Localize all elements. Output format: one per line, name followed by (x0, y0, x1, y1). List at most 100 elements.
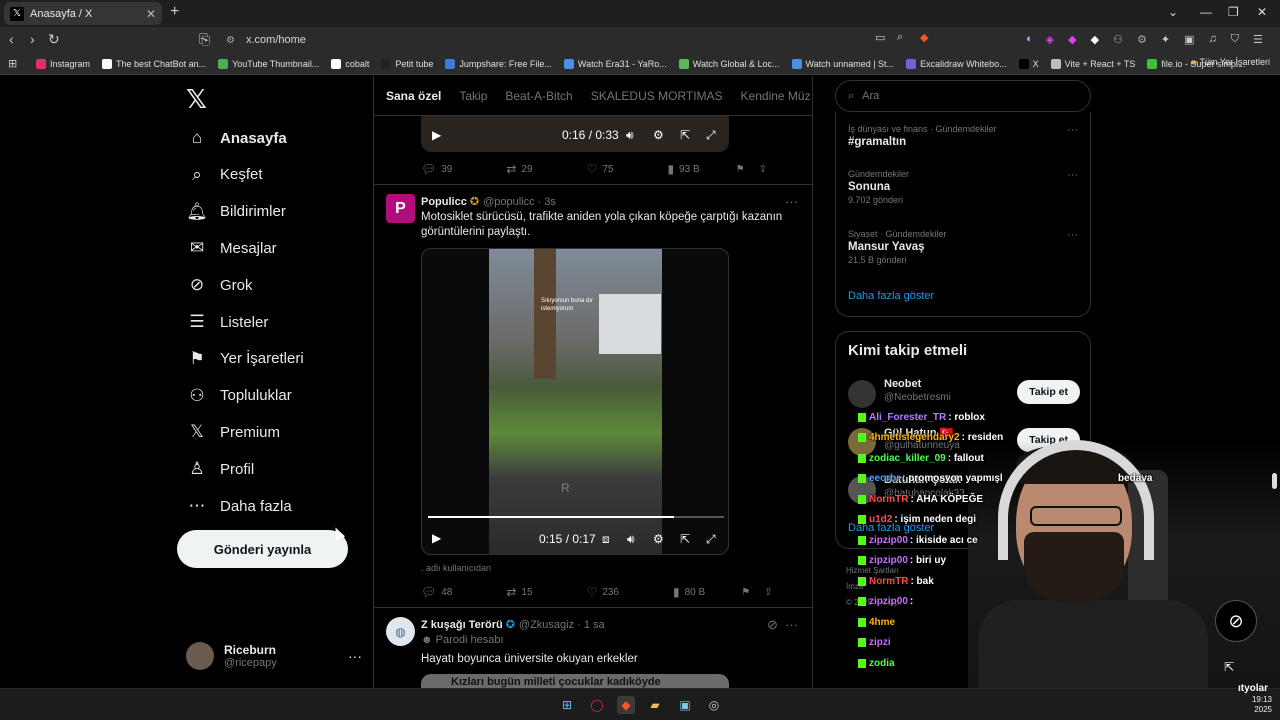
extension-icon[interactable]: ◖ (1025, 33, 1032, 46)
tab-list[interactable]: Beat-A-Bitch (505, 89, 572, 103)
tab-list[interactable]: Kendine Müz (741, 89, 811, 103)
post-author[interactable]: Populicc (421, 196, 467, 208)
settings-icon[interactable]: ⚙ (653, 128, 664, 142)
bookmark-item[interactable]: Watch unnamed | St... (791, 58, 894, 69)
forward-icon[interactable]: › (30, 31, 35, 47)
reload-icon[interactable]: ↻ (48, 31, 60, 48)
like-button[interactable]: ♡ 236 (587, 585, 619, 599)
back-icon[interactable]: ‹ (9, 31, 14, 47)
more-options-icon[interactable]: ··· (785, 194, 798, 209)
grok-icon[interactable]: ⊘ (767, 617, 778, 633)
post-avatar[interactable]: P (386, 194, 415, 223)
pip-icon[interactable]: ⇱ (680, 128, 690, 142)
bookmark-item[interactable]: Excalidraw Whitebo... (906, 58, 1007, 69)
close-tab-icon[interactable]: ✕ (146, 7, 156, 21)
fullscreen-icon[interactable]: ⤢ (706, 128, 716, 143)
settings-icon[interactable]: ⚙ (653, 532, 664, 546)
sidebar-item-communities[interactable]: ⚇ Topluluklar (186, 386, 291, 406)
sidebar-item-bell[interactable]: 🔔︎ Bildirimler (186, 202, 286, 222)
sidebar-item-home[interactable]: ⌂ Anasayfa (186, 128, 287, 148)
volume-icon[interactable]: 🔊︎ (627, 532, 635, 547)
address-bar[interactable]: ⚙ x.com/home (220, 30, 942, 50)
vpn-icon[interactable]: ⛉ (1231, 33, 1239, 46)
follow-button[interactable]: Takip et (1017, 380, 1080, 404)
repost-button[interactable]: ⇄ 29 (506, 162, 532, 176)
extension-icon[interactable]: ⚇ (1113, 33, 1123, 46)
more-options-icon[interactable]: ··· (785, 617, 798, 632)
expand-messages-icon[interactable]: ⇱ (1224, 660, 1234, 674)
post-handle[interactable]: @Zkusagiz (519, 619, 574, 631)
sidebar-item-search[interactable]: ⌕ Keşfet (186, 165, 262, 185)
bookmark-item[interactable]: The best ChatBot an... (102, 58, 206, 69)
scrollbar[interactable] (1272, 473, 1277, 489)
file-explorer-icon[interactable]: ▰ (646, 696, 664, 714)
extension-icon[interactable]: ◆ (1091, 33, 1099, 46)
bookmark-item[interactable]: Petit tube (381, 58, 433, 69)
tab-search-icon[interactable]: ⌄ (1168, 5, 1178, 19)
extensions-puzzle-icon[interactable]: ✦ (1161, 33, 1170, 46)
tab-for-you[interactable]: Sana özel (386, 89, 441, 103)
windows-start-icon[interactable]: ⊞ (558, 696, 576, 714)
captions-icon[interactable]: ⧈ (602, 532, 610, 547)
bookmark-item[interactable]: Watch Era31 - YaRo... (563, 58, 667, 69)
bookmark-icon[interactable]: ⚑ (741, 587, 750, 598)
brave-shield-icon[interactable]: ◆ (920, 31, 928, 44)
bookmark-icon[interactable]: ⚑ (736, 164, 745, 175)
play-icon[interactable]: ▶ (432, 128, 441, 142)
sidebar-icon[interactable]: ▣ (1184, 33, 1194, 46)
x-logo-icon[interactable]: 𝕏 (186, 84, 207, 115)
footer-link[interactable]: Hizmet Şartları (846, 566, 899, 575)
follow-suggestion[interactable]: Neobet @Neobetresmi Takip et (848, 378, 1080, 410)
bookmark-item[interactable]: cobalt (331, 58, 369, 69)
bookmark-item[interactable]: YouTube Thumbnail... (218, 58, 319, 69)
opera-icon[interactable]: ◯ (588, 696, 606, 714)
post-author[interactable]: Z kuşağı Terörü (421, 619, 503, 631)
share-icon[interactable]: ⇪ (759, 164, 767, 175)
apps-grid-icon[interactable]: ⊞ (8, 57, 17, 70)
search-input[interactable]: ⌕ Ara (835, 80, 1091, 112)
app-icon[interactable]: ◎ (705, 696, 723, 714)
sidebar-item-grok[interactable]: ⊘ Grok (186, 275, 253, 295)
more-options-icon[interactable]: ··· (348, 648, 362, 664)
post-image[interactable]: Kızları bugün milleti çocuklar kadıköyde (421, 674, 729, 688)
tab-following[interactable]: Takip (459, 89, 487, 103)
post-avatar[interactable]: ◍ (386, 617, 415, 646)
all-bookmarks[interactable]: ▰ Tüm Yer İşaretleri (1190, 57, 1270, 68)
trend-item[interactable]: Gündemdekiler Sonuna 9.702 gönderi ··· (848, 169, 1078, 205)
more-options-icon[interactable]: ··· (1067, 124, 1078, 136)
sidebar-item-bookmark[interactable]: ⚑ Yer İşaretleri (186, 349, 303, 369)
close-window-icon[interactable]: ✕ (1257, 5, 1267, 19)
more-options-icon[interactable]: ··· (1067, 229, 1078, 241)
trend-item[interactable]: İş dünyası ve finans · Gündemdekiler #gr… (848, 124, 1078, 148)
views-button[interactable]: ▮ 93 B (667, 162, 699, 176)
volume-icon[interactable]: 🔊︎ (626, 128, 634, 143)
clock[interactable]: 19:13 2025 (1252, 695, 1272, 715)
tab-list[interactable]: SKALEDUS MORTIMAS (591, 89, 723, 103)
post-handle[interactable]: @populicc (483, 196, 535, 208)
video-progress-bar[interactable] (428, 516, 724, 518)
more-options-icon[interactable]: ··· (1067, 169, 1078, 181)
account-switcher[interactable]: Riceburn @ricepapy ··· (186, 636, 362, 676)
maximize-icon[interactable]: ❐ (1228, 5, 1239, 19)
sidebar-item-mail[interactable]: ✉ Mesajlar (186, 238, 277, 258)
brave-icon[interactable]: ◆ (617, 696, 635, 714)
app-icon[interactable]: ▣ (676, 696, 694, 714)
extension-icon[interactable]: ⚙ (1137, 33, 1147, 46)
reply-button[interactable]: 💬︎ 48 (421, 585, 452, 599)
fullscreen-icon[interactable]: ⤢ (706, 532, 716, 547)
zoom-icon[interactable]: ⌕ (897, 31, 903, 44)
browser-tab[interactable]: 𝕏 Anasayfa / X ✕ (4, 2, 162, 25)
trend-item[interactable]: Siyaset · Gündemdekiler Mansur Yavaş 21,… (848, 229, 1078, 265)
bookmark-item[interactable]: Instagram (36, 58, 90, 69)
cast-icon[interactable]: ▭ (875, 31, 885, 44)
extension-icon[interactable]: ◆ (1068, 33, 1076, 46)
share-icon[interactable]: ⇪ (764, 587, 772, 598)
site-info-icon[interactable]: ⚙ (226, 35, 235, 46)
bookmark-item[interactable]: X (1018, 58, 1039, 69)
menu-icon[interactable]: ☰ (1253, 33, 1263, 46)
bookmark-item[interactable]: Watch Global & Loc... (678, 58, 780, 69)
pip-icon[interactable]: ⇱ (680, 532, 690, 546)
views-button[interactable]: ▮ 80 B (673, 585, 705, 599)
media-icon[interactable]: ♫ (1208, 33, 1216, 46)
play-icon[interactable]: ▶ (432, 531, 441, 545)
